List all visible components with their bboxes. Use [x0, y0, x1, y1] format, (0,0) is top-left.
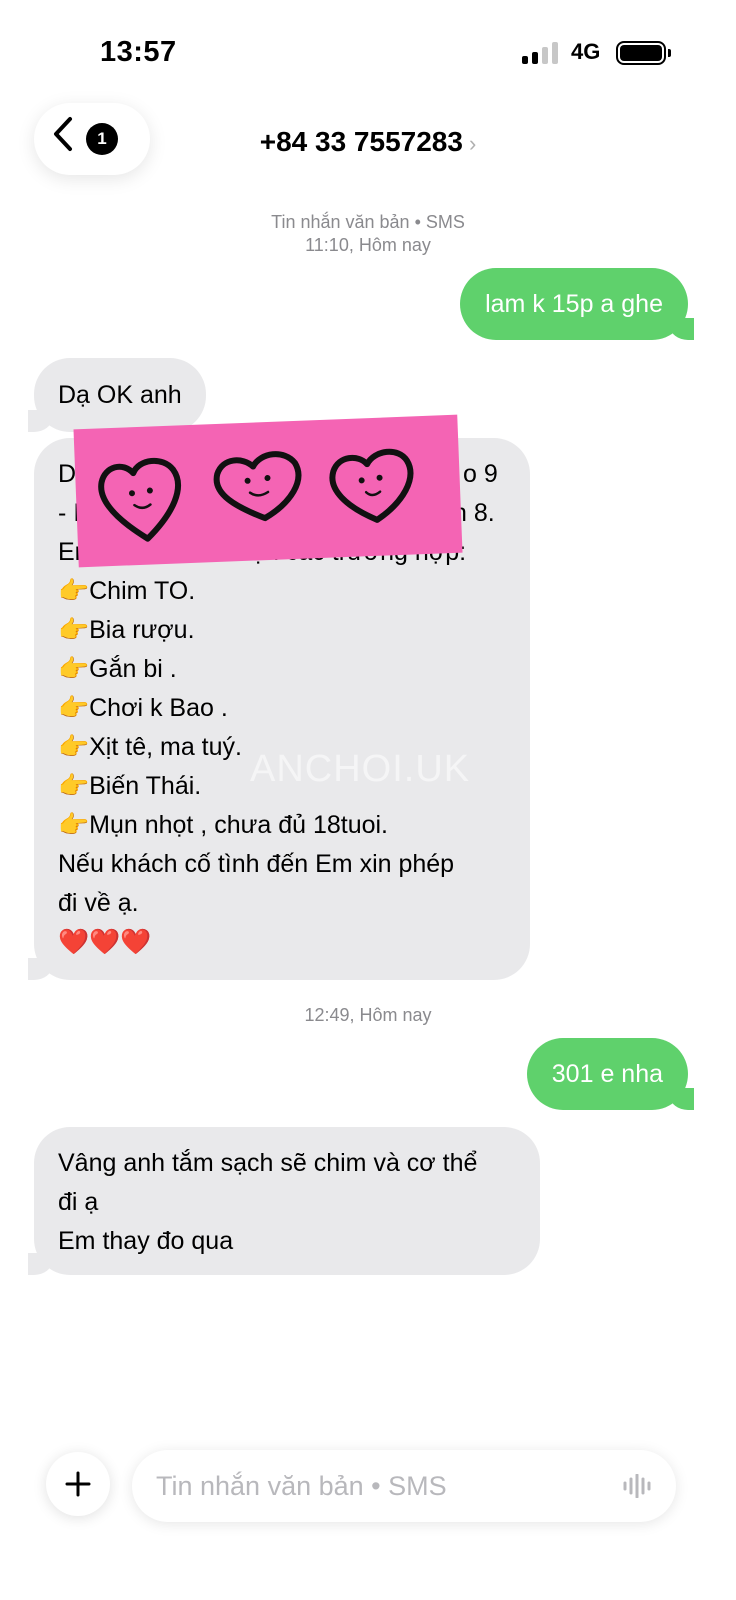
cellular-signal-icon: [522, 42, 558, 64]
message-timestamp: 12:49, Hôm nay: [304, 1005, 432, 1025]
incoming-message[interactable]: Dạ OK anh: [28, 358, 206, 432]
message-line: đi về ạ.: [58, 889, 139, 917]
add-attachment-button[interactable]: [46, 1452, 110, 1516]
battery-icon: [616, 41, 671, 65]
message-line: 👉Gắn bi .: [58, 655, 177, 683]
incoming-message[interactable]: Vâng anh tắm sạch sẽ chim và cơ thể đi ạ…: [28, 1127, 540, 1275]
message-line: Em thay đo qua: [58, 1227, 234, 1255]
message-line: Vâng anh tắm sạch sẽ chim và cơ thể: [58, 1149, 478, 1177]
message-text: lam k 15p a ghe: [485, 290, 663, 318]
heart-sticker: [73, 414, 463, 568]
watermark: ANCHOI.UK: [250, 748, 471, 790]
message-line: ❤️❤️❤️: [58, 928, 152, 956]
message-input-container[interactable]: [132, 1450, 676, 1522]
message-meta: Tin nhắn văn bản • SMS 11:10, Hôm nay: [0, 211, 736, 257]
message-text: Dạ OK anh: [58, 381, 182, 409]
message-line: 👉Chơi k Bao .: [58, 694, 228, 722]
message-line: o 9: [463, 460, 498, 488]
message-input[interactable]: [156, 1464, 596, 1508]
contact-number: +84 33 7557283: [259, 126, 463, 157]
message-line: 👉Mụn nhọt , chưa đủ 18tuoi.: [58, 811, 389, 839]
message-line: 👉Bia rượu.: [58, 616, 195, 644]
message-line: Nếu khách cố tình đến Em xin phép: [58, 850, 455, 878]
plus-icon: [65, 1471, 91, 1497]
status-time: 13:57: [100, 36, 177, 68]
status-bar: 13:57 4G: [0, 0, 736, 100]
message-timestamp: 11:10, Hôm nay: [305, 235, 431, 255]
message-line: 👉Chim TO.: [58, 577, 196, 605]
message-text: 301 e nha: [551, 1060, 663, 1088]
network-type: 4G: [571, 39, 601, 64]
message-line: đi ạ: [58, 1188, 99, 1216]
chevron-right-icon: ›: [468, 131, 477, 156]
message-type-label: Tin nhắn văn bản • SMS: [271, 212, 465, 232]
contact-name[interactable]: +84 33 7557283 ›: [0, 126, 736, 158]
outgoing-message[interactable]: 301 e nha: [526, 1038, 695, 1110]
outgoing-message[interactable]: lam k 15p a ghe: [460, 268, 694, 340]
voice-waveform-icon[interactable]: [622, 1474, 652, 1498]
